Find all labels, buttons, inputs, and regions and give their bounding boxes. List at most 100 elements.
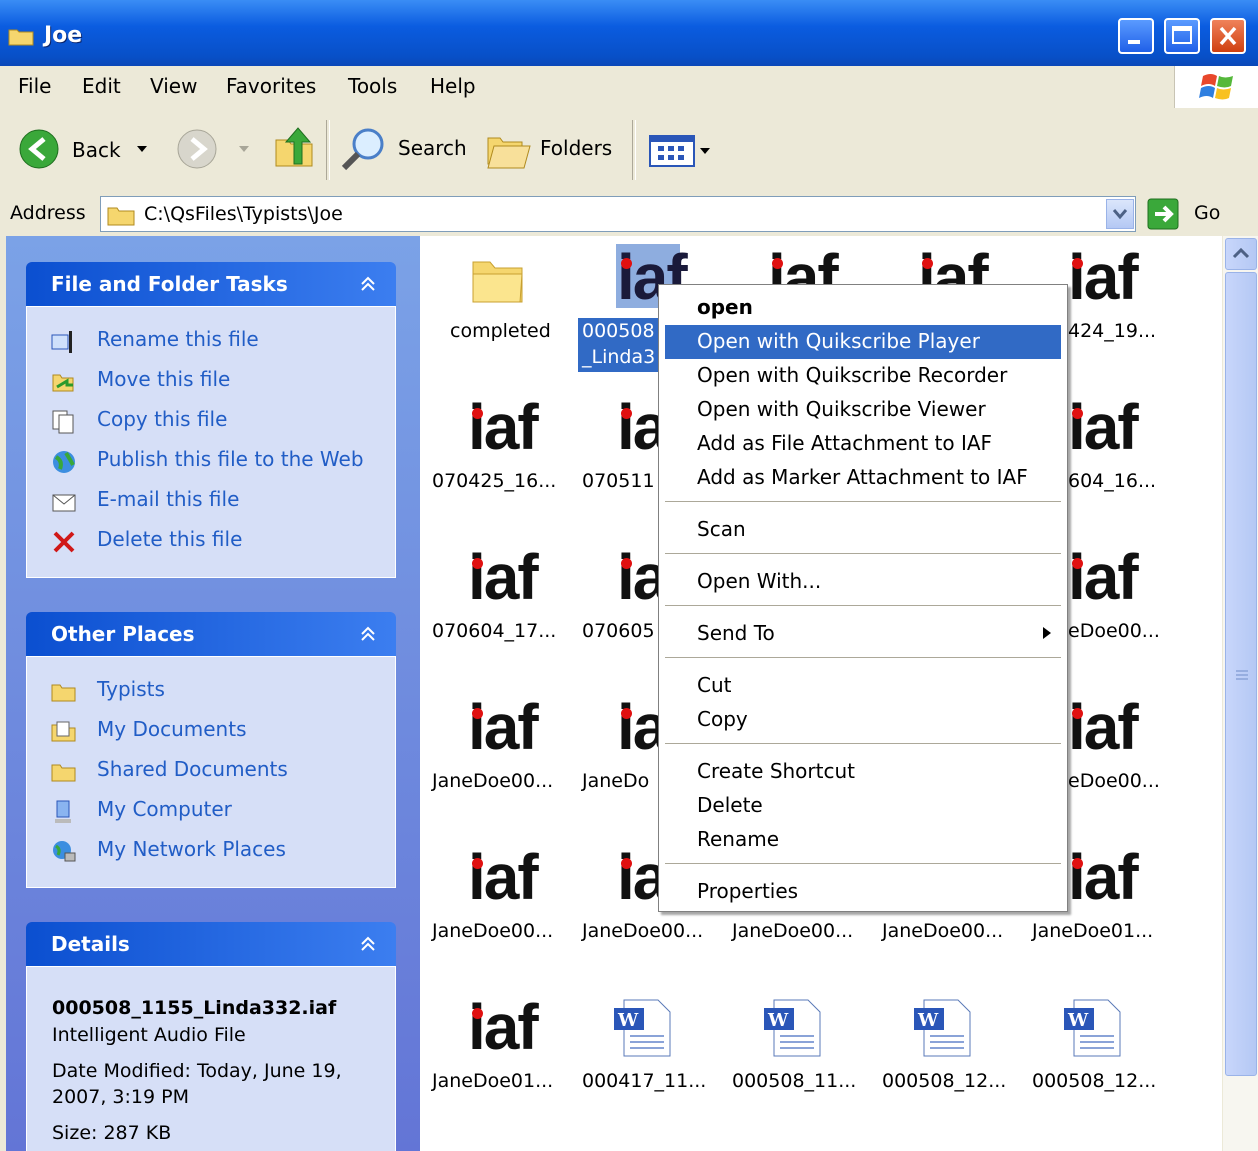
forward-arrow-icon[interactable] [176, 128, 218, 170]
ctx-add-marker-attachment[interactable]: Add as Marker Attachment to IAF [697, 465, 1028, 489]
details-header[interactable]: Details [26, 922, 396, 966]
place-my-network-places[interactable]: My Network Places [97, 837, 286, 861]
file-name[interactable]: 604_16... [1068, 470, 1156, 492]
file-name[interactable]: 070425_16... [432, 470, 556, 492]
file-name[interactable]: 000508_11... [732, 1070, 856, 1092]
menu-file[interactable]: File [18, 74, 51, 98]
iaf-file-icon[interactable]: iaf [1068, 540, 1139, 614]
chevron-up-icon[interactable] [358, 274, 378, 294]
iaf-file-icon[interactable]: iaf [1068, 840, 1139, 914]
word-document-icon[interactable]: W [612, 998, 674, 1058]
title-bar[interactable]: Joe [0, 0, 1258, 66]
iaf-dot [621, 858, 632, 869]
place-shared-documents[interactable]: Shared Documents [97, 757, 288, 781]
views-button[interactable] [648, 132, 718, 168]
file-name[interactable]: 424_19... [1068, 320, 1156, 342]
task-email[interactable]: E-mail this file [97, 487, 239, 511]
file-tasks-panel: Rename this file Move this file Copy thi… [26, 306, 396, 578]
place-my-documents[interactable]: My Documents [97, 717, 246, 741]
other-places-header[interactable]: Other Places [26, 612, 396, 656]
file-name[interactable]: JaneDoe00... [582, 920, 703, 942]
file-name[interactable]: JaneDoe00... [432, 920, 553, 942]
task-rename[interactable]: Rename this file [97, 327, 259, 351]
details-title: Details [51, 932, 130, 956]
minimize-button[interactable] [1118, 18, 1154, 54]
word-document-icon[interactable]: W [912, 998, 974, 1058]
place-typists[interactable]: Typists [97, 677, 165, 701]
ctx-cut[interactable]: Cut [697, 673, 731, 697]
file-name[interactable]: 000508_12... [882, 1070, 1006, 1092]
file-name[interactable]: JaneDo [582, 770, 649, 792]
scroll-thumb[interactable] [1225, 272, 1257, 1076]
ctx-scan[interactable]: Scan [697, 517, 746, 541]
task-publish[interactable]: Publish this file to the Web [97, 447, 364, 471]
go-button[interactable]: Go [1146, 196, 1226, 232]
chevron-up-icon[interactable] [358, 624, 378, 644]
scroll-up-button[interactable] [1225, 238, 1257, 270]
word-document-icon[interactable]: W [1062, 998, 1124, 1058]
ctx-open-quikscribe-player[interactable]: Open with Quikscribe Player [697, 329, 980, 353]
ctx-delete[interactable]: Delete [697, 793, 763, 817]
ctx-rename[interactable]: Rename [697, 827, 779, 851]
up-folder-icon[interactable] [272, 124, 318, 170]
iaf-file-icon[interactable]: iaf [468, 540, 539, 614]
ctx-properties[interactable]: Properties [697, 879, 798, 903]
file-name[interactable]: JaneDoe00... [882, 920, 1003, 942]
file-name[interactable]: 070605 [582, 620, 655, 642]
iaf-file-icon[interactable]: iaf [468, 990, 539, 1064]
copy-icon [52, 410, 74, 434]
word-document-icon[interactable]: W [762, 998, 824, 1058]
task-move[interactable]: Move this file [97, 367, 230, 391]
folders-button[interactable]: Folders [486, 124, 616, 172]
ctx-send-to[interactable]: Send To [697, 621, 775, 645]
task-copy[interactable]: Copy this file [97, 407, 227, 431]
close-button[interactable] [1210, 18, 1246, 54]
place-my-computer[interactable]: My Computer [97, 797, 232, 821]
back-button[interactable]: Back [14, 126, 164, 172]
menu-favorites[interactable]: Favorites [226, 74, 316, 98]
iaf-file-icon[interactable]: iaf [468, 690, 539, 764]
file-name[interactable]: 070604_17... [432, 620, 556, 642]
task-delete[interactable]: Delete this file [97, 527, 242, 551]
file-name[interactable]: 000417_11... [582, 1070, 706, 1092]
iaf-file-icon[interactable]: iaf [1068, 390, 1139, 464]
ctx-open-quikscribe-viewer[interactable]: Open with Quikscribe Viewer [697, 397, 986, 421]
search-button[interactable]: Search [340, 124, 470, 172]
file-name[interactable]: completed [450, 320, 551, 342]
file-name[interactable]: 000508_12... [1032, 1070, 1156, 1092]
menu-view[interactable]: View [150, 74, 197, 98]
svg-text:W: W [917, 1010, 939, 1031]
forward-dropdown-icon[interactable] [238, 144, 250, 154]
ctx-copy[interactable]: Copy [697, 707, 748, 731]
menu-edit[interactable]: Edit [82, 74, 121, 98]
menu-bar: File Edit View Favorites Tools Help [0, 66, 1258, 109]
ctx-add-file-attachment[interactable]: Add as File Attachment to IAF [697, 431, 992, 455]
ctx-open[interactable]: open [697, 295, 753, 319]
file-tasks-header[interactable]: File and Folder Tasks [26, 262, 396, 306]
address-dropdown-button[interactable] [1106, 199, 1134, 229]
vertical-scrollbar[interactable] [1222, 236, 1258, 1151]
chevron-up-icon[interactable] [358, 934, 378, 954]
menu-help[interactable]: Help [430, 74, 476, 98]
ctx-create-shortcut[interactable]: Create Shortcut [697, 759, 855, 783]
iaf-file-icon[interactable]: iaf [1068, 240, 1139, 314]
ctx-open-with[interactable]: Open With... [697, 569, 821, 593]
file-name[interactable]: 070511 [582, 470, 655, 492]
file-name[interactable]: eDoe00... [1068, 770, 1160, 792]
iaf-dot [621, 408, 632, 419]
window-title: Joe [44, 23, 83, 48]
menu-tools[interactable]: Tools [348, 74, 397, 98]
file-name[interactable]: eDoe00... [1068, 620, 1160, 642]
folder-icon[interactable] [470, 254, 526, 304]
file-name[interactable]: JaneDoe01... [1032, 920, 1153, 942]
iaf-dot [472, 858, 483, 869]
file-name[interactable]: JaneDoe00... [432, 770, 553, 792]
dropdown-arrow-icon[interactable] [136, 144, 148, 154]
iaf-file-icon[interactable]: iaf [468, 840, 539, 914]
file-name[interactable]: JaneDoe01... [432, 1070, 553, 1092]
file-name[interactable]: JaneDoe00... [732, 920, 853, 942]
iaf-file-icon[interactable]: iaf [1068, 690, 1139, 764]
iaf-file-icon[interactable]: iaf [468, 390, 539, 464]
ctx-open-quikscribe-recorder[interactable]: Open with Quikscribe Recorder [697, 363, 1007, 387]
maximize-button[interactable] [1164, 18, 1200, 54]
